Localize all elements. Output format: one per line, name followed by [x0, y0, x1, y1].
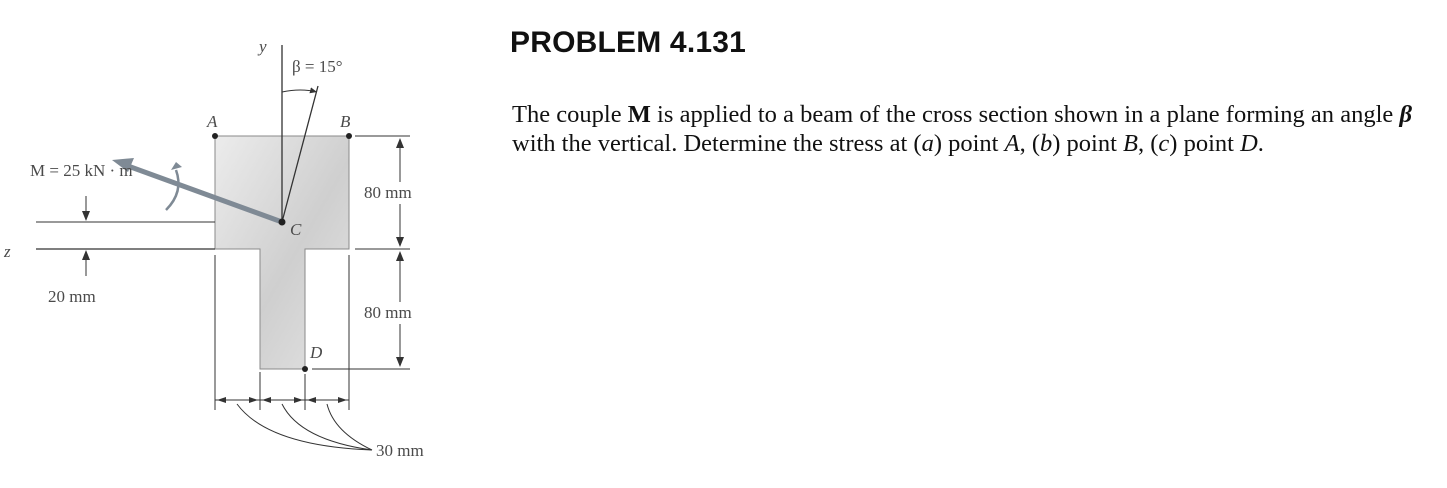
dim-80-top-label: 80 mm — [364, 183, 412, 202]
dim-80-bottom-label: 80 mm — [364, 303, 412, 322]
point-d-dot — [302, 366, 308, 372]
beta-angle-arc — [281, 87, 318, 94]
dim-80-bottom-arrow-up — [396, 251, 404, 261]
dim-30-label: 30 mm — [376, 441, 424, 460]
point-c-label: C — [290, 220, 302, 239]
dim-80-top-arrow-up — [396, 138, 404, 148]
dim-80-top-arrow-down — [396, 237, 404, 247]
z-axis-label: z — [3, 242, 11, 261]
point-d-label: D — [309, 343, 323, 362]
point-b-dot — [346, 133, 352, 139]
dim-20-lower-arrow — [82, 250, 90, 260]
moment-rotation-head — [171, 162, 182, 170]
y-axis-label: y — [257, 37, 267, 56]
beta-label: β = 15° — [292, 57, 343, 76]
beta-symbol: β — [1399, 101, 1412, 128]
moment-rotation-arrow — [165, 169, 180, 211]
problem-title: PROBLEM 4.131 — [510, 26, 747, 59]
moment-label: M = 25 kN · m — [30, 161, 133, 180]
dim-20-upper-arrow — [82, 211, 90, 221]
dim-20-label: 20 mm — [48, 287, 96, 306]
moment-symbol: M — [627, 101, 651, 128]
point-c-dot — [278, 218, 286, 226]
dim-80-bottom-arrow-down — [396, 357, 404, 367]
point-a-label: A — [206, 112, 218, 131]
cross-section-figure: y z β = 15° M = 25 kN · m A B C D 80 mm … — [3, 37, 434, 460]
point-a-dot — [212, 133, 218, 139]
dim-30-leader-3 — [326, 403, 373, 451]
problem-statement: The couple M is applied to a beam of the… — [512, 101, 1412, 157]
dim-30-leader-1 — [236, 403, 373, 451]
point-b-label: B — [340, 112, 351, 131]
